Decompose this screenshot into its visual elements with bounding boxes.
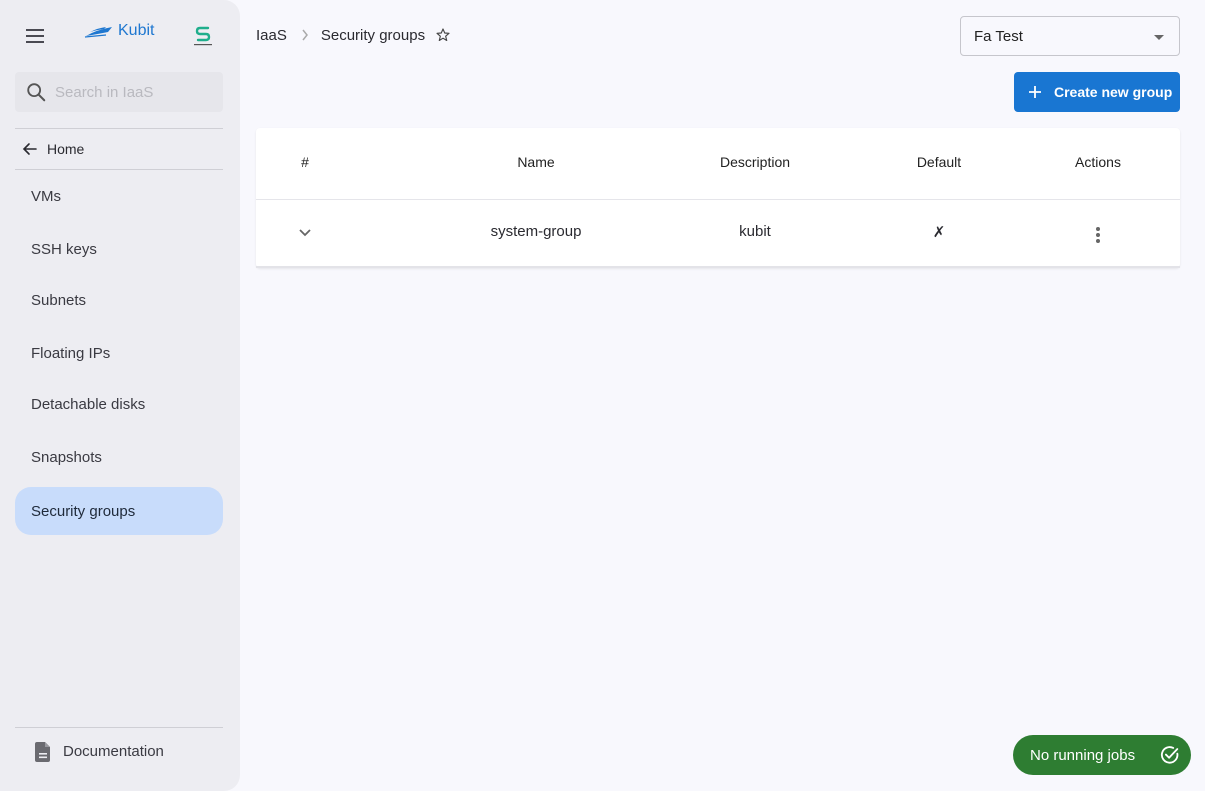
star-outline-icon[interactable] [435, 27, 451, 43]
chevron-down-icon[interactable] [298, 228, 312, 238]
breadcrumb-current: Security groups [320, 26, 426, 44]
column-header-name: Name [517, 154, 555, 170]
column-header-description: Description [719, 154, 791, 170]
security-groups-table: # Name Description Default Actions syste… [256, 128, 1180, 268]
jobs-status-pill[interactable]: No running jobs [1013, 735, 1191, 775]
documentation-label: Documentation [63, 742, 164, 760]
divider [15, 727, 223, 728]
check-circle-icon [1160, 746, 1179, 764]
brand-logo[interactable]: Kubit [84, 22, 154, 40]
sidebar-item-label: SSH keys [31, 240, 97, 258]
plus-icon [1029, 86, 1041, 98]
sidebar-item-label: Security groups [31, 502, 136, 520]
arrow-left-icon [22, 143, 37, 155]
sidebar-item-label: Detachable disks [31, 395, 146, 413]
breadcrumb: IaaS Security groups [256, 24, 451, 46]
documentation-link[interactable]: Documentation [15, 730, 223, 772]
cell-name: system-group [490, 223, 582, 240]
chevron-right-icon [302, 29, 308, 41]
sidebar-item-vms[interactable]: VMs [15, 172, 223, 220]
sidebar-header: Kubit [0, 0, 240, 70]
column-header-default: Default [916, 154, 962, 170]
sidebar-item-floating-ips[interactable]: Floating IPs [15, 329, 223, 377]
cell-description: kubit [739, 223, 771, 240]
sidebar-search [15, 72, 223, 112]
create-button-label: Create new group [1054, 84, 1173, 100]
column-header-actions: Actions [1075, 154, 1121, 170]
home-link[interactable]: Home [15, 130, 223, 168]
sidebar-item-subnets[interactable]: Subnets [15, 276, 223, 324]
breadcrumb-iaas[interactable]: IaaS [256, 27, 287, 44]
search-icon [27, 83, 46, 102]
sidebar-item-ssh-keys[interactable]: SSH keys [15, 225, 223, 273]
sidebar: Kubit Home VMs SSH keys Subnets Floating… [0, 0, 240, 791]
kubit-ship-icon [84, 27, 112, 38]
sidebar-item-label: Subnets [31, 291, 87, 309]
brand-name: Kubit [118, 22, 155, 39]
caret-down-icon [1154, 35, 1164, 40]
project-select[interactable]: Fa Test [960, 16, 1180, 56]
divider [15, 128, 223, 129]
sidebar-item-label: Floating IPs [31, 344, 111, 362]
sidebar-item-detachable-disks[interactable]: Detachable disks [15, 380, 223, 428]
more-actions-icon[interactable] [1094, 225, 1102, 245]
sidebar-item-label: VMs [31, 187, 61, 205]
table-header: # Name Description Default Actions [256, 128, 1180, 200]
table-row[interactable]: system-group kubit ✗ [256, 201, 1180, 268]
cell-default: ✗ [932, 224, 946, 241]
sidebar-item-snapshots[interactable]: Snapshots [15, 433, 223, 481]
divider [15, 169, 223, 170]
sidebar-item-label: Snapshots [31, 448, 102, 466]
document-icon [35, 742, 50, 762]
hamburger-menu-icon[interactable] [22, 24, 48, 48]
sidebar-item-security-groups[interactable]: Security groups [15, 487, 223, 535]
create-new-group-button[interactable]: Create new group [1014, 72, 1180, 112]
home-label: Home [47, 141, 85, 157]
column-header-index: # [301, 154, 309, 170]
project-select-value: Fa Test [974, 27, 1023, 45]
partner-logo-icon [194, 26, 212, 46]
search-input[interactable] [55, 72, 215, 112]
jobs-status-label: No running jobs [1030, 746, 1136, 764]
